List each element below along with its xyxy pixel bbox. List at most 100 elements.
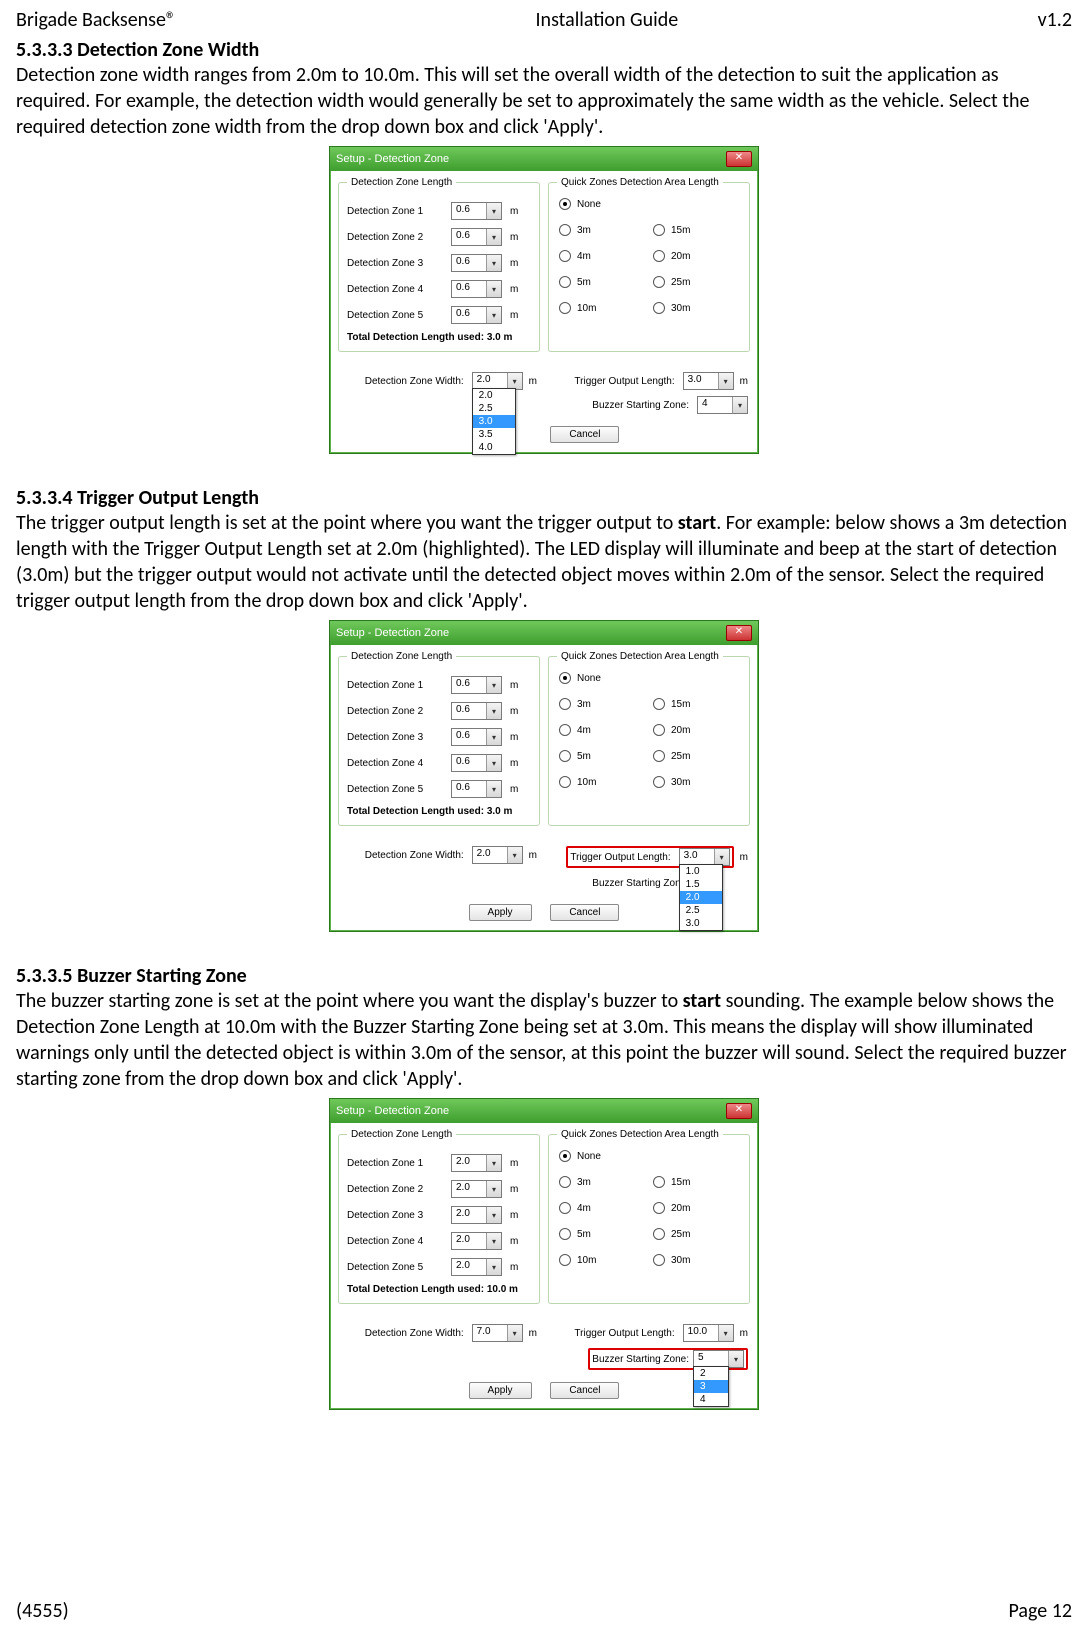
chevron-down-icon[interactable] (486, 307, 501, 323)
chevron-down-icon[interactable] (486, 781, 501, 797)
chevron-down-icon[interactable] (507, 847, 522, 863)
chevron-down-icon[interactable] (486, 229, 501, 245)
radio-15m[interactable]: 15m (653, 698, 739, 710)
width-option[interactable]: 2.0 (473, 389, 515, 402)
zone5-select[interactable]: 0.6 (451, 306, 502, 324)
radio-15m[interactable]: 15m (653, 224, 739, 236)
buzzer-select[interactable]: 4 (697, 396, 748, 414)
chevron-down-icon[interactable] (486, 1259, 501, 1275)
radio-30m[interactable]: 30m (653, 1254, 739, 1266)
chevron-down-icon[interactable] (732, 397, 747, 413)
zone4-select[interactable]: 0.6 (451, 280, 502, 298)
zone4-select[interactable]: 2.0 (451, 1232, 502, 1250)
close-icon[interactable]: ✕ (726, 1103, 752, 1119)
chevron-down-icon[interactable] (486, 755, 501, 771)
zone3-select[interactable]: 0.6 (451, 728, 502, 746)
radio-25m[interactable]: 25m (653, 1228, 739, 1240)
zone5-select[interactable]: 0.6 (451, 780, 502, 798)
zone1-select[interactable]: 0.6 (451, 676, 502, 694)
chevron-down-icon[interactable] (728, 1351, 743, 1367)
trigger-option-selected[interactable]: 2.0 (680, 891, 722, 904)
chevron-down-icon[interactable] (486, 703, 501, 719)
apply-button[interactable]: Apply (469, 904, 532, 921)
radio-5m[interactable]: 5m (559, 750, 645, 762)
width-select[interactable]: 2.0 (472, 846, 523, 864)
radio-25m[interactable]: 25m (653, 750, 739, 762)
cancel-button[interactable]: Cancel (550, 904, 619, 921)
radio-4m[interactable]: 4m (559, 724, 645, 736)
groupbox-detection-zone-length: Detection Zone Length Detection Zone 10.… (338, 651, 540, 826)
buzzer-option[interactable]: 2 (694, 1367, 728, 1380)
trigger-option[interactable]: 1.0 (680, 865, 722, 878)
radio-15m[interactable]: 15m (653, 1176, 739, 1188)
radio-4m[interactable]: 4m (559, 250, 645, 262)
chevron-down-icon[interactable] (718, 373, 733, 389)
width-dropdown-open[interactable]: 2.0 2.5 3.0 3.5 4.0 (472, 388, 516, 455)
chevron-down-icon[interactable] (486, 203, 501, 219)
chevron-down-icon[interactable] (486, 677, 501, 693)
radio-4m[interactable]: 4m (559, 1202, 645, 1214)
chevron-down-icon[interactable] (486, 729, 501, 745)
trigger-option[interactable]: 1.5 (680, 878, 722, 891)
chevron-down-icon[interactable] (486, 1181, 501, 1197)
chevron-down-icon[interactable] (507, 1325, 522, 1341)
radio-none[interactable]: None (559, 672, 739, 684)
radio-5m[interactable]: 5m (559, 276, 645, 288)
zone5-select[interactable]: 2.0 (451, 1258, 502, 1276)
width-option[interactable]: 2.5 (473, 402, 515, 415)
heading-5335: 5.3.3.5 Buzzer Starting Zone (16, 964, 1072, 988)
close-icon[interactable]: ✕ (726, 625, 752, 641)
buzzer-option-selected[interactable]: 3 (694, 1380, 728, 1393)
radio-3m[interactable]: 3m (559, 224, 645, 236)
zone2-select[interactable]: 0.6 (451, 228, 502, 246)
zone3-select[interactable]: 2.0 (451, 1206, 502, 1224)
chevron-down-icon[interactable] (486, 1207, 501, 1223)
radio-25m[interactable]: 25m (653, 276, 739, 288)
chevron-down-icon[interactable] (718, 1325, 733, 1341)
radio-5m[interactable]: 5m (559, 1228, 645, 1240)
width-option-selected[interactable]: 3.0 (473, 415, 515, 428)
width-option[interactable]: 4.0 (473, 441, 515, 454)
label-width: Detection Zone Width: (365, 850, 464, 861)
buzzer-dropdown-open[interactable]: 2 3 4 (693, 1366, 729, 1407)
zone3-select[interactable]: 0.6 (451, 254, 502, 272)
radio-30m[interactable]: 30m (653, 776, 739, 788)
chevron-down-icon[interactable] (714, 849, 729, 865)
cancel-button[interactable]: Cancel (550, 1382, 619, 1399)
apply-button[interactable]: Apply (469, 1382, 532, 1399)
trigger-option[interactable]: 2.5 (680, 904, 722, 917)
zone4-select[interactable]: 0.6 (451, 754, 502, 772)
chevron-down-icon[interactable] (486, 1155, 501, 1171)
chevron-down-icon[interactable] (486, 255, 501, 271)
width-select[interactable]: 7.0 (472, 1324, 523, 1342)
trigger-select[interactable]: 3.0 (683, 372, 734, 390)
width-option[interactable]: 3.5 (473, 428, 515, 441)
buzzer-option[interactable]: 4 (694, 1393, 728, 1406)
chevron-down-icon[interactable] (486, 281, 501, 297)
radio-20m[interactable]: 20m (653, 1202, 739, 1214)
total-detection-length: Total Detection Length used: 10.0 m (347, 1284, 531, 1295)
close-icon[interactable]: ✕ (726, 151, 752, 167)
zone2-select[interactable]: 2.0 (451, 1180, 502, 1198)
radio-10m[interactable]: 10m (559, 776, 645, 788)
body-5333: Detection zone width ranges from 2.0m to… (16, 62, 1072, 140)
radio-3m[interactable]: 3m (559, 698, 645, 710)
zone1-select[interactable]: 0.6 (451, 202, 502, 220)
trigger-select[interactable]: 10.0 (683, 1324, 734, 1342)
radio-20m[interactable]: 20m (653, 250, 739, 262)
zone2-select[interactable]: 0.6 (451, 702, 502, 720)
cancel-button[interactable]: Cancel (550, 426, 619, 443)
zone1-select[interactable]: 2.0 (451, 1154, 502, 1172)
radio-none[interactable]: None (559, 198, 739, 210)
radio-20m[interactable]: 20m (653, 724, 739, 736)
trigger-option[interactable]: 3.0 (680, 917, 722, 930)
radio-30m[interactable]: 30m (653, 302, 739, 314)
trigger-dropdown-open[interactable]: 1.0 1.5 2.0 2.5 3.0 (679, 864, 723, 931)
chevron-down-icon[interactable] (486, 1233, 501, 1249)
radio-10m[interactable]: 10m (559, 1254, 645, 1266)
chevron-down-icon[interactable] (507, 373, 522, 389)
radio-3m[interactable]: 3m (559, 1176, 645, 1188)
radio-none[interactable]: None (559, 1150, 739, 1162)
label-width: Detection Zone Width: (365, 1328, 464, 1339)
radio-10m[interactable]: 10m (559, 302, 645, 314)
